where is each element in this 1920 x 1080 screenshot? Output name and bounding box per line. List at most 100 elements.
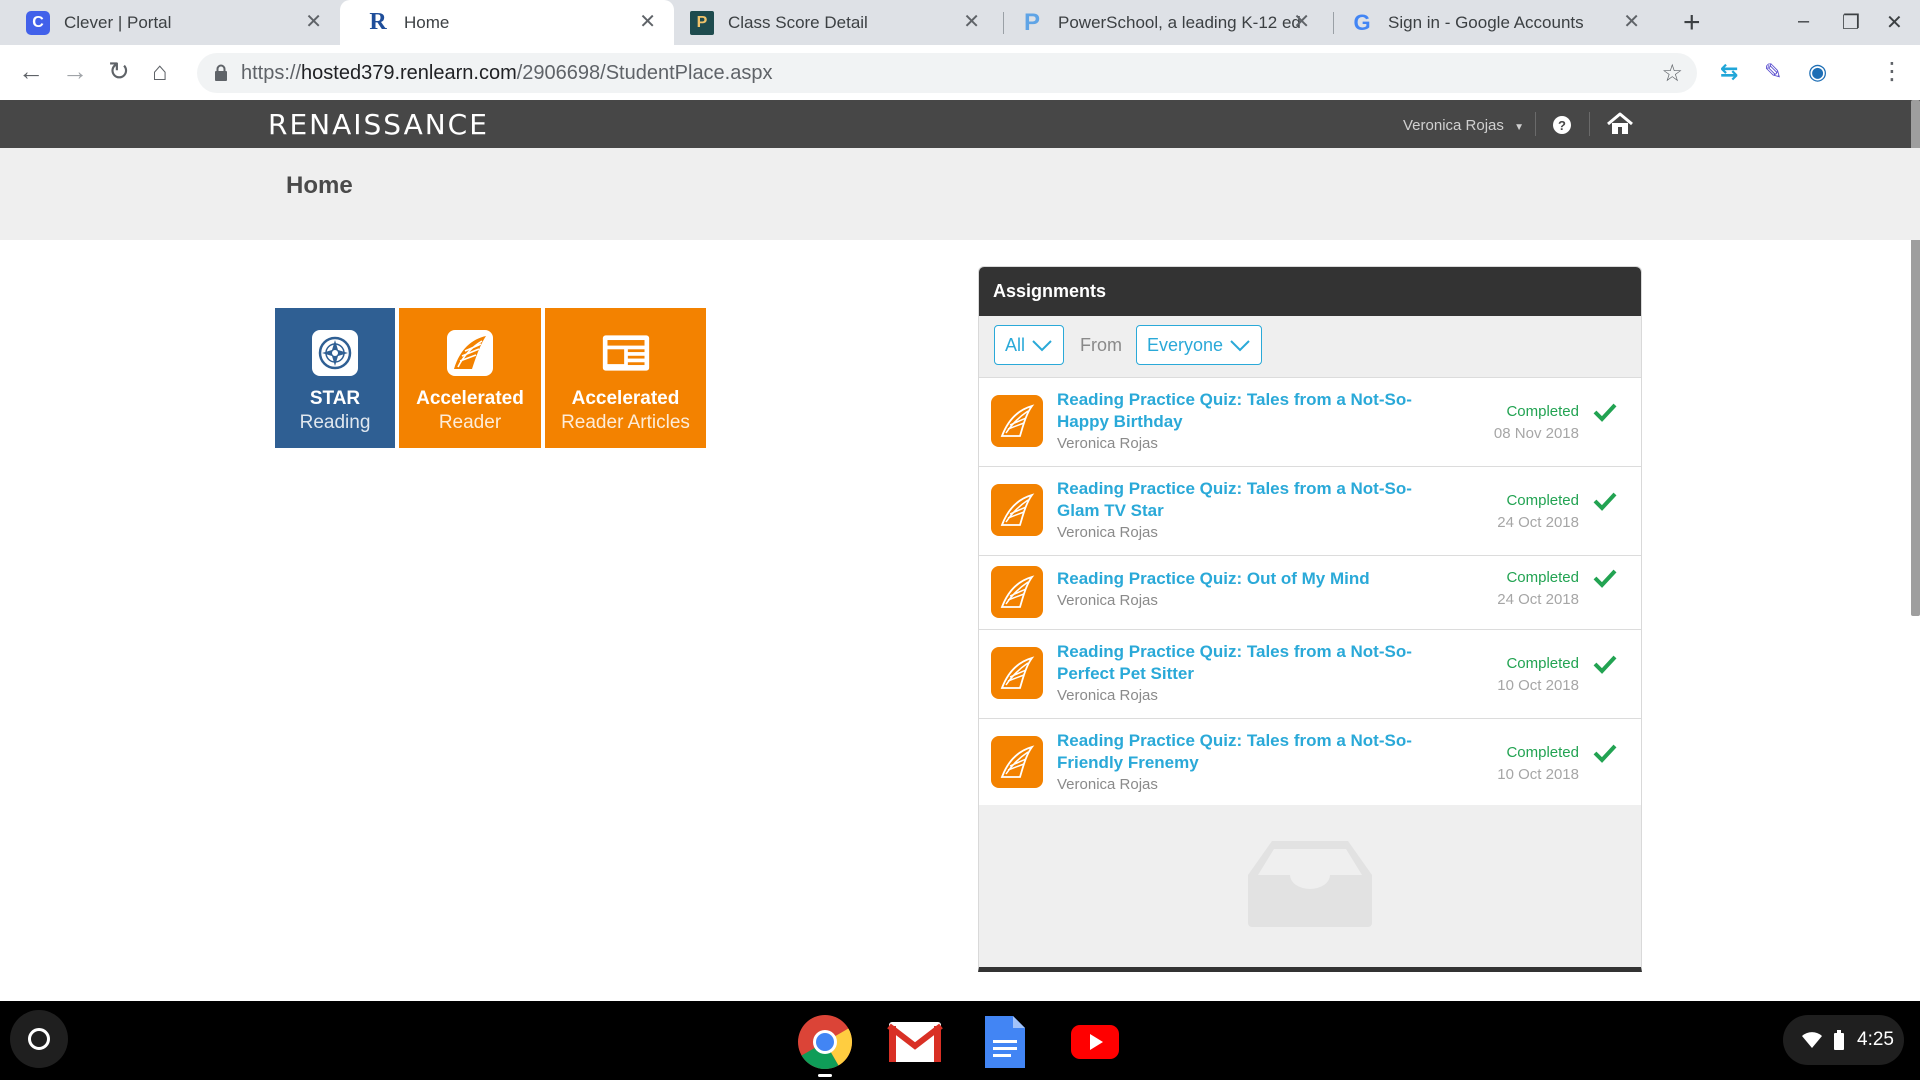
type-filter-value: All bbox=[1005, 334, 1026, 355]
check-icon bbox=[1593, 744, 1617, 763]
header-divider bbox=[1535, 112, 1536, 136]
assignment-student: Veronica Rojas bbox=[1057, 435, 1158, 452]
accelerated-reader-articles-tile[interactable]: Accelerated Reader Articles bbox=[545, 308, 706, 448]
caret-down-icon: ▼ bbox=[1514, 122, 1524, 133]
assignment-title[interactable]: Reading Practice Quiz: Tales from a Not-… bbox=[1057, 389, 1457, 433]
home-icon[interactable] bbox=[1606, 112, 1634, 141]
tab-home[interactable]: R Home ✕ bbox=[340, 0, 674, 45]
extension-pen-icon[interactable]: ✎ bbox=[1764, 59, 1782, 85]
assignment-status: Completed bbox=[1506, 403, 1579, 420]
tile-subtitle: Reader Articles bbox=[561, 412, 690, 433]
type-filter-select[interactable]: All bbox=[994, 325, 1064, 365]
assignment-title[interactable]: Reading Practice Quiz: Out of My Mind bbox=[1057, 568, 1457, 590]
browser-toolbar: ← → ↻ ⌂ https://hosted379.renlearn.com/2… bbox=[0, 45, 1920, 101]
assignment-row[interactable]: Reading Practice Quiz: Tales from a Not-… bbox=[979, 630, 1641, 719]
star-reading-tile[interactable]: STAR Reading bbox=[275, 308, 395, 448]
browser-menu-icon[interactable]: ⋮ bbox=[1880, 57, 1904, 86]
assignment-row[interactable]: Reading Practice Quiz: Tales from a Not-… bbox=[979, 378, 1641, 467]
assignment-title[interactable]: Reading Practice Quiz: Tales from a Not-… bbox=[1057, 730, 1457, 774]
bookmark-star-icon[interactable]: ☆ bbox=[1661, 59, 1683, 88]
tab-class-score-detail[interactable]: P Class Score Detail ✕ bbox=[664, 0, 998, 45]
powerschool-p-icon: P bbox=[1023, 8, 1040, 36]
assignments-empty-area bbox=[979, 805, 1641, 967]
address-bar[interactable]: https://hosted379.renlearn.com/2906698/S… bbox=[197, 53, 1697, 93]
check-icon bbox=[1593, 655, 1617, 674]
book-feather-icon bbox=[445, 329, 495, 377]
assignment-student: Veronica Rojas bbox=[1057, 524, 1158, 541]
powerschool-icon: P bbox=[690, 10, 714, 35]
lock-icon bbox=[213, 63, 229, 83]
accelerated-reader-icon bbox=[991, 484, 1043, 536]
tile-title: Accelerated bbox=[571, 388, 680, 409]
chrome-icon[interactable] bbox=[796, 1013, 854, 1071]
minimize-icon[interactable]: – bbox=[1798, 10, 1809, 33]
accelerated-reader-icon bbox=[991, 566, 1043, 618]
assignment-date: 08 Nov 2018 bbox=[1493, 425, 1579, 442]
tile-subtitle: Reader bbox=[438, 412, 502, 433]
restore-icon[interactable]: ❐ bbox=[1842, 10, 1860, 35]
browser-tab-strip: C Clever | Portal ✕ R Home ✕ P Class Sco… bbox=[0, 0, 1920, 45]
assignment-student: Veronica Rojas bbox=[1057, 776, 1158, 793]
close-tab-icon[interactable]: ✕ bbox=[305, 9, 322, 34]
forward-icon[interactable]: → bbox=[62, 56, 88, 87]
renaissance-logo[interactable]: RENAISSANCE bbox=[268, 108, 489, 141]
docs-icon[interactable] bbox=[976, 1013, 1034, 1071]
launcher-circle-icon bbox=[28, 1028, 50, 1050]
page-title-band: Home bbox=[0, 148, 1920, 240]
assignment-student: Veronica Rojas bbox=[1057, 687, 1158, 704]
tab-clever-portal[interactable]: C Clever | Portal ✕ bbox=[0, 0, 340, 45]
assignment-date: 10 Oct 2018 bbox=[1497, 766, 1579, 783]
launcher-button[interactable] bbox=[10, 1010, 68, 1068]
from-filter-select[interactable]: Everyone bbox=[1136, 325, 1262, 365]
extension-arrows-icon[interactable]: ⇆ bbox=[1720, 59, 1738, 85]
clock-time: 4:25 bbox=[1857, 1029, 1894, 1050]
url-text: https://hosted379.renlearn.com/2906698/S… bbox=[241, 61, 773, 84]
tab-title: Sign in - Google Accounts bbox=[1388, 12, 1584, 32]
back-icon[interactable]: ← bbox=[18, 56, 44, 87]
close-tab-icon[interactable]: ✕ bbox=[1293, 9, 1310, 34]
close-tab-icon[interactable]: ✕ bbox=[639, 9, 656, 34]
user-menu[interactable]: Veronica Rojas ▼ bbox=[1403, 117, 1524, 134]
assignment-status: Completed bbox=[1506, 492, 1579, 509]
assignment-row[interactable]: Reading Practice Quiz: Out of My Mind Ve… bbox=[979, 556, 1641, 630]
accelerated-reader-icon bbox=[991, 395, 1043, 447]
accelerated-reader-icon bbox=[991, 736, 1043, 788]
gmail-icon[interactable] bbox=[886, 1013, 944, 1071]
tile-title: STAR bbox=[309, 388, 361, 409]
inbox-tray-icon bbox=[1248, 841, 1372, 927]
assignment-title[interactable]: Reading Practice Quiz: Tales from a Not-… bbox=[1057, 478, 1457, 522]
assignment-status: Completed bbox=[1506, 655, 1579, 672]
wifi-icon bbox=[1802, 1032, 1822, 1048]
clever-icon: C bbox=[26, 10, 50, 35]
assignment-title[interactable]: Reading Practice Quiz: Tales from a Not-… bbox=[1057, 641, 1457, 685]
tab-powerschool[interactable]: P PowerSchool, a leading K-12 ed ✕ bbox=[994, 0, 1328, 45]
header-divider bbox=[1589, 112, 1590, 136]
tab-title: Class Score Detail bbox=[728, 12, 868, 32]
tile-subtitle: Reading bbox=[299, 412, 371, 433]
assignments-header: Assignments bbox=[979, 267, 1641, 316]
close-window-icon[interactable]: ✕ bbox=[1886, 10, 1903, 35]
assignment-row[interactable]: Reading Practice Quiz: Tales from a Not-… bbox=[979, 467, 1641, 556]
user-name: Veronica Rojas bbox=[1403, 117, 1504, 134]
accelerated-reader-icon bbox=[991, 647, 1043, 699]
reload-icon[interactable]: ↻ bbox=[108, 56, 130, 87]
tab-title: Home bbox=[404, 12, 450, 32]
youtube-icon[interactable] bbox=[1066, 1013, 1124, 1071]
new-tab-button[interactable]: + bbox=[1683, 6, 1701, 40]
from-filter-value: Everyone bbox=[1147, 334, 1224, 355]
accelerated-reader-tile[interactable]: Accelerated Reader bbox=[399, 308, 541, 448]
app-header: RENAISSANCE Veronica Rojas ▼ ? bbox=[0, 100, 1920, 148]
close-tab-icon[interactable]: ✕ bbox=[1623, 9, 1640, 34]
home-page-icon[interactable]: ⌂ bbox=[152, 56, 168, 87]
extension-globe-icon[interactable]: ◉ bbox=[1808, 59, 1827, 85]
tab-title: PowerSchool, a leading K-12 ed bbox=[1058, 12, 1301, 32]
assignments-filter-bar: All From Everyone bbox=[979, 316, 1641, 378]
assignment-date: 24 Oct 2018 bbox=[1497, 514, 1579, 531]
help-icon[interactable]: ? bbox=[1553, 116, 1571, 134]
tab-title: Clever | Portal bbox=[64, 12, 172, 32]
assignment-row[interactable]: Reading Practice Quiz: Tales from a Not-… bbox=[979, 719, 1641, 808]
tab-google-sign-in[interactable]: G Sign in - Google Accounts ✕ bbox=[1324, 0, 1658, 45]
status-tray[interactable]: 4:25 bbox=[1783, 1015, 1904, 1065]
close-tab-icon[interactable]: ✕ bbox=[963, 9, 980, 34]
assignment-status: Completed bbox=[1506, 744, 1579, 761]
